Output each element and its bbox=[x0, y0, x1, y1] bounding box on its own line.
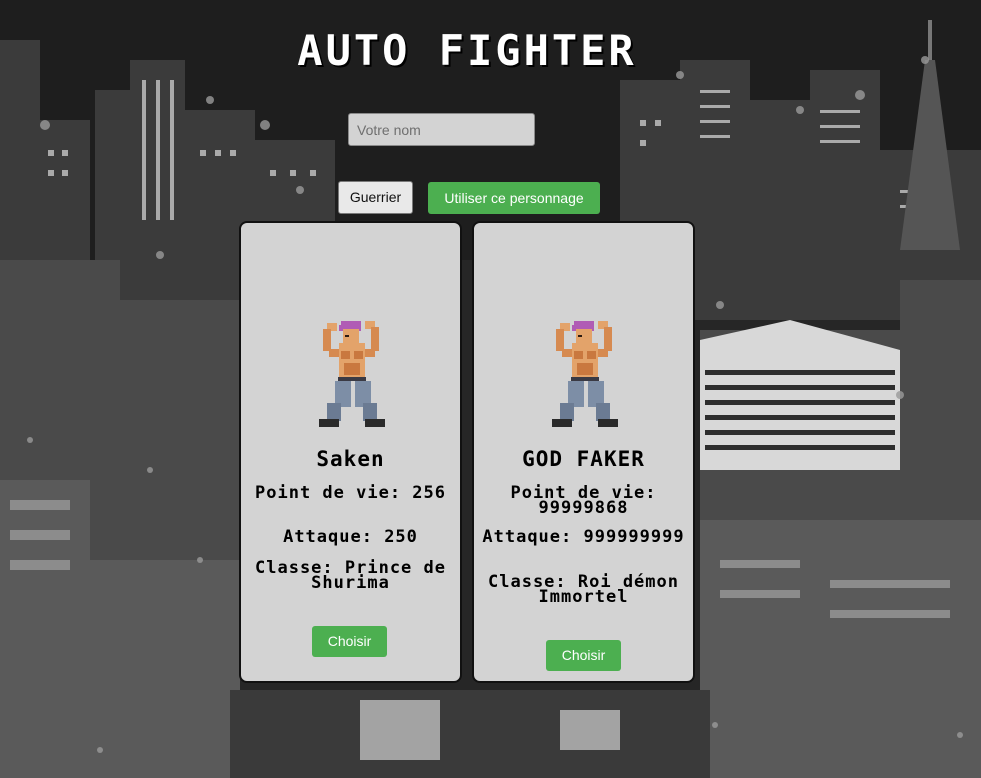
fighter-sprite-icon bbox=[552, 321, 618, 427]
fighter-hp: Point de vie: 256 bbox=[255, 483, 446, 503]
fighter-sprite-icon bbox=[319, 321, 385, 427]
fighter-class: Classe: Prince de Shurima bbox=[255, 558, 446, 593]
fighter-attack: Attaque: 999999999 bbox=[482, 527, 685, 547]
fighter-name: Saken bbox=[316, 447, 385, 471]
fighter-attack: Attaque: 250 bbox=[283, 527, 418, 547]
choose-button[interactable]: Choisir bbox=[312, 626, 387, 657]
fighter-hp: Point de vie: 99999868 bbox=[510, 483, 657, 518]
fighter-class: Classe: Roi démon Immortel bbox=[488, 572, 679, 607]
name-input[interactable] bbox=[348, 113, 535, 146]
use-character-button[interactable]: Utiliser ce personnage bbox=[428, 182, 600, 214]
choose-button[interactable]: Choisir bbox=[546, 640, 621, 671]
fighter-name: GOD FAKER bbox=[522, 447, 645, 471]
class-select-button[interactable]: Guerrier bbox=[338, 181, 413, 214]
page-title: AUTO FIGHTER bbox=[297, 26, 637, 75]
fighter-card: GOD FAKER Point de vie: 99999868 Attaque… bbox=[472, 221, 695, 683]
fighter-card: Saken Point de vie: 256 Attaque: 250 Cla… bbox=[239, 221, 462, 683]
